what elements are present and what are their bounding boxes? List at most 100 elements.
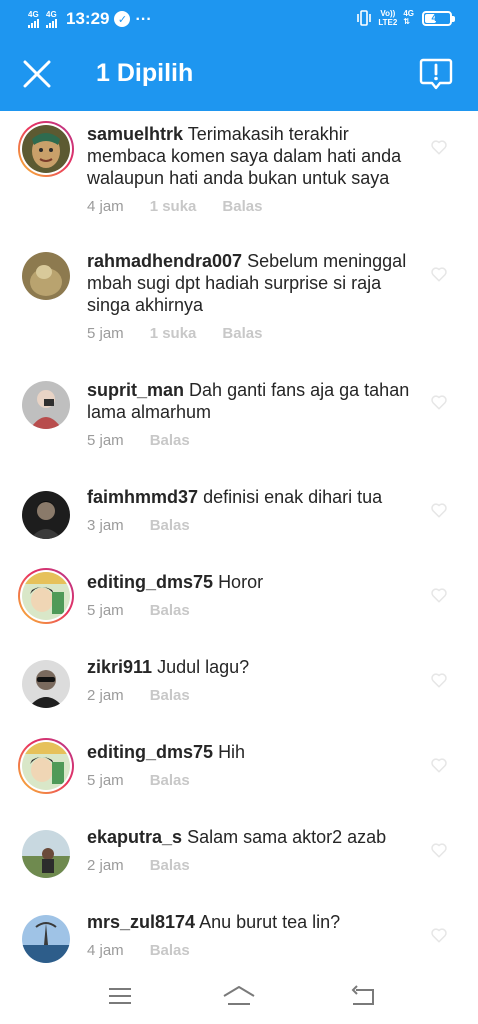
comment-body: definisi enak dihari tua <box>203 487 383 507</box>
back-icon[interactable] <box>346 982 380 1010</box>
reply-button[interactable]: Balas <box>150 687 190 704</box>
avatar <box>22 491 70 539</box>
comment-text-block: suprit_man Dah ganti fans aja ga tahan l… <box>87 379 413 423</box>
comment-item[interactable]: zikri911 Judul lagu? 2 jam Balas <box>0 641 478 726</box>
sim1-signal: 4G <box>28 9 39 28</box>
comment-item[interactable]: editing_dms75 Horor 5 jam Balas <box>0 556 478 641</box>
comment-text-block: editing_dms75 Hih <box>87 741 413 763</box>
heart-icon[interactable] <box>430 265 448 283</box>
comment-meta: 4 jam Balas <box>87 942 190 959</box>
avatar-story-ring[interactable] <box>18 121 74 177</box>
comment-text-block: mrs_zul8174 Anu burut tea lin? <box>87 911 413 933</box>
status-bar-left: 4G 4G 13:29 ✓ ... <box>28 7 152 29</box>
comment-item[interactable]: samuelhtrk Terimakasih terakhir membaca … <box>0 111 478 238</box>
avatar-story-ring[interactable] <box>18 738 74 794</box>
sim1-label: 4G <box>28 9 39 19</box>
close-button[interactable] <box>18 55 56 93</box>
status-bar-right: Vo)) LTE2 4G ⇅ 44 <box>356 9 455 27</box>
avatar-story-ring[interactable] <box>18 568 74 624</box>
comment-username[interactable]: mrs_zul8174 <box>87 912 195 932</box>
check-icon: ✓ <box>114 11 131 27</box>
sim2-label: 4G <box>46 9 57 19</box>
comment-meta: 2 jam Balas <box>87 687 190 704</box>
comment-time: 4 jam <box>87 942 124 959</box>
heart-icon[interactable] <box>430 586 448 604</box>
sim2-signal: 4G <box>46 9 57 28</box>
avatar <box>22 830 70 878</box>
comment-meta: 4 jam 1 suka Balas <box>87 198 262 215</box>
comment-meta: 5 jam Balas <box>87 432 190 449</box>
reply-button[interactable]: Balas <box>150 432 190 449</box>
comment-text-block: rahmadhendra007 Sebelum meninggal mbah s… <box>87 250 413 316</box>
report-icon[interactable] <box>418 56 454 92</box>
avatar-wrapper[interactable] <box>18 377 74 433</box>
heart-icon[interactable] <box>430 756 448 774</box>
comment-time: 5 jam <box>87 325 124 342</box>
comment-item[interactable]: mrs_zul8174 Anu burut tea lin? 4 jam Bal… <box>0 896 478 966</box>
reply-button[interactable]: Balas <box>222 198 262 215</box>
comment-list[interactable]: samuelhtrk Terimakasih terakhir membaca … <box>0 111 478 966</box>
comment-time: 5 jam <box>87 602 124 619</box>
comment-meta: 2 jam Balas <box>87 857 190 874</box>
comment-item[interactable]: suprit_man Dah ganti fans aja ga tahan l… <box>0 365 478 471</box>
comment-username[interactable]: faimhmmd37 <box>87 487 198 507</box>
comment-meta: 5 jam Balas <box>87 772 190 789</box>
avatar-wrapper[interactable] <box>18 487 74 543</box>
avatar-wrapper[interactable] <box>18 656 74 712</box>
reply-button[interactable]: Balas <box>150 602 190 619</box>
heart-icon[interactable] <box>430 501 448 519</box>
comment-likes[interactable]: 1 suka <box>150 198 197 215</box>
heart-icon[interactable] <box>430 841 448 859</box>
comment-meta: 5 jam Balas <box>87 602 190 619</box>
comment-body: Hih <box>218 742 246 762</box>
comment-likes[interactable]: 1 suka <box>150 325 197 342</box>
volte-label: Vo)) <box>380 9 396 18</box>
heart-icon[interactable] <box>430 671 448 689</box>
reply-button[interactable]: Balas <box>222 325 262 342</box>
comment-body: Horor <box>218 572 264 592</box>
comment-username[interactable]: ekaputra_s <box>87 827 182 847</box>
reply-button[interactable]: Balas <box>150 517 190 534</box>
menu-icon[interactable] <box>103 982 137 1010</box>
comment-username[interactable]: samuelhtrk <box>87 124 183 144</box>
battery-icon: 44 <box>422 10 455 26</box>
more-notifications-icon: ... <box>135 7 152 24</box>
volte-indicator: Vo)) LTE2 <box>378 9 397 27</box>
comment-item[interactable]: rahmadhendra007 Sebelum meninggal mbah s… <box>0 238 478 365</box>
data-arrows-icon: ⇅ <box>403 17 411 26</box>
comment-time: 5 jam <box>87 772 124 789</box>
avatar <box>22 252 70 300</box>
action-bar: 1 Dipilih <box>0 37 478 111</box>
comment-item[interactable]: ekaputra_s Salam sama aktor2 azab 2 jam … <box>0 811 478 896</box>
comment-item[interactable]: editing_dms75 Hih 5 jam Balas <box>0 726 478 811</box>
avatar-wrapper[interactable] <box>18 826 74 882</box>
comment-username[interactable]: rahmadhendra007 <box>87 251 242 271</box>
comment-username[interactable]: editing_dms75 <box>87 572 213 592</box>
comment-meta: 3 jam Balas <box>87 517 190 534</box>
status-time: 13:29 <box>66 9 110 28</box>
heart-icon[interactable] <box>430 926 448 944</box>
comment-item[interactable]: faimhmmd37 definisi enak dihari tua 3 ja… <box>0 471 478 556</box>
sim2-signal-icon <box>46 18 57 28</box>
reply-button[interactable]: Balas <box>150 857 190 874</box>
avatar <box>22 742 70 790</box>
comment-time: 5 jam <box>87 432 124 449</box>
comment-username[interactable]: zikri911 <box>87 657 152 677</box>
comment-text-block: samuelhtrk Terimakasih terakhir membaca … <box>87 123 413 189</box>
avatar-wrapper[interactable] <box>18 248 74 304</box>
avatar-wrapper[interactable] <box>18 911 74 966</box>
network-indicator: 4G ⇅ <box>403 10 414 26</box>
page-title: 1 Dipilih <box>96 59 194 87</box>
heart-icon[interactable] <box>430 138 448 156</box>
comment-body: Salam sama aktor2 azab <box>187 827 387 847</box>
comment-username[interactable]: editing_dms75 <box>87 742 213 762</box>
home-icon[interactable] <box>222 982 256 1010</box>
comment-text-block: faimhmmd37 definisi enak dihari tua <box>87 486 413 508</box>
comment-meta: 5 jam 1 suka Balas <box>87 325 262 342</box>
heart-icon[interactable] <box>430 393 448 411</box>
comment-text-block: ekaputra_s Salam sama aktor2 azab <box>87 826 413 848</box>
comment-username[interactable]: suprit_man <box>87 380 184 400</box>
reply-button[interactable]: Balas <box>150 772 190 789</box>
battery-level: 44 <box>431 12 443 24</box>
reply-button[interactable]: Balas <box>150 942 190 959</box>
